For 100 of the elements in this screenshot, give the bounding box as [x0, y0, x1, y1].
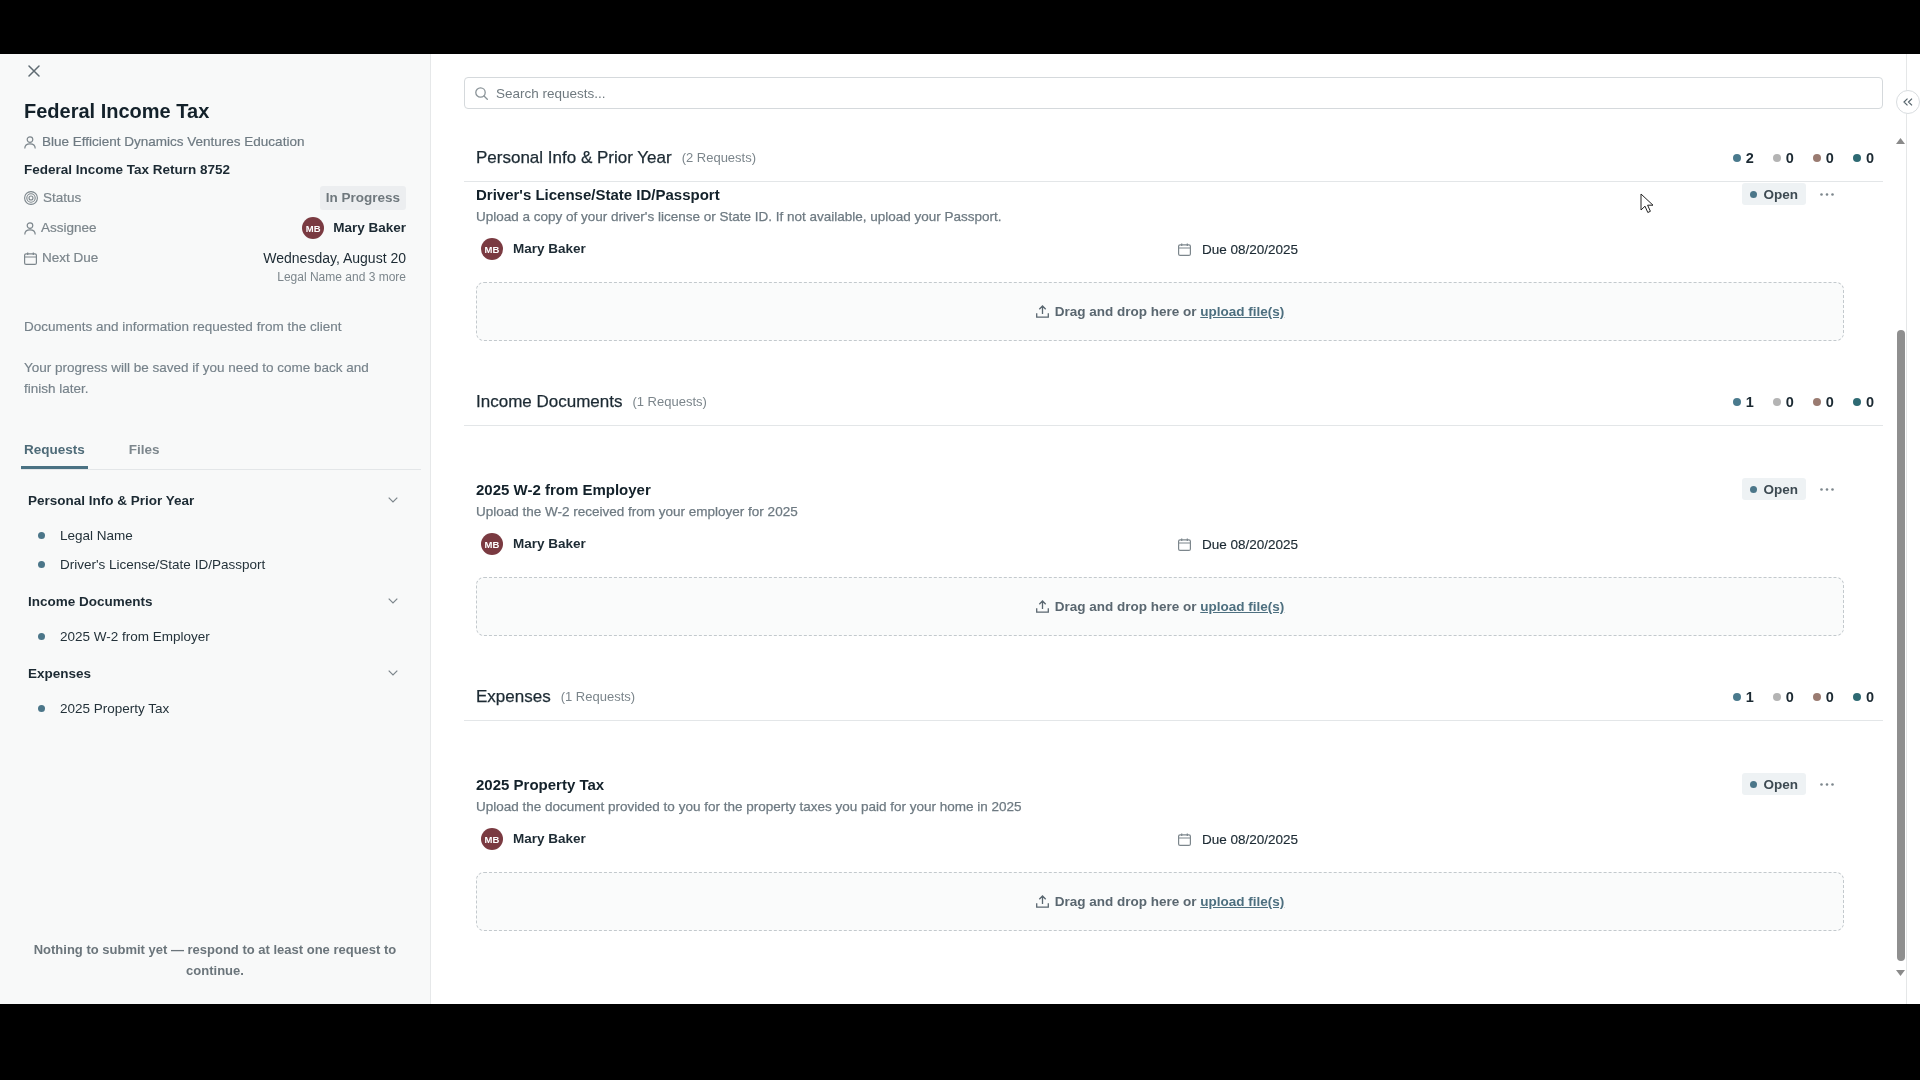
upload-dropzone[interactable]: Drag and drop here or upload file(s) — [476, 872, 1844, 931]
tally-count: 0 — [1865, 688, 1874, 705]
request-description: Upload the W-2 received from your employer for 2025 — [476, 503, 799, 521]
assignee-avatar: MB — [481, 238, 503, 260]
assignee-name: Mary Baker — [333, 219, 406, 237]
scrollbar-thumb[interactable] — [1896, 330, 1905, 961]
request-title: 2025 Property Tax — [476, 775, 605, 793]
tally-count: 0 — [1825, 688, 1834, 705]
tally-count: 0 — [1825, 149, 1834, 166]
upload-link[interactable]: upload file(s) — [1200, 304, 1285, 319]
panel-description: Documents and information requested from the client — [24, 318, 343, 336]
scroll-up-icon[interactable] — [1896, 138, 1905, 144]
upload-dropzone[interactable]: Drag and drop here or upload file(s) — [476, 282, 1844, 341]
scroll-down-icon[interactable] — [1896, 970, 1905, 976]
collapse-button[interactable] — [1896, 90, 1920, 114]
outline-item[interactable]: Legal Name — [60, 525, 133, 546]
due-date: Wednesday, August 20 — [263, 249, 406, 268]
tally-count: 1 — [1745, 393, 1754, 410]
outline-group-header[interactable]: Income Documents — [28, 583, 398, 619]
outline-group-header[interactable]: Expenses — [28, 655, 398, 691]
outline-item[interactable]: Driver's License/State ID/Passport — [60, 554, 266, 575]
detail-label: Next Due — [42, 249, 99, 267]
assignee-avatar: MB — [481, 828, 503, 850]
status-dot-icon — [1750, 780, 1758, 788]
section-title: Personal Info & Prior Year — [476, 147, 672, 168]
due-date: Due 08/20/2025 — [1202, 536, 1299, 552]
panel-hint: Your progress will be saved if you need to come back and finish later. — [24, 359, 370, 398]
person-icon — [24, 135, 36, 149]
upload-icon — [1035, 895, 1049, 908]
status-label: Open — [1763, 186, 1798, 202]
section-title: Income Documents — [476, 391, 623, 412]
tally-count: 0 — [1825, 393, 1834, 410]
status-dot-icon — [1750, 485, 1758, 493]
assignee-avatar: MB — [302, 217, 325, 239]
assignee-name: Mary Baker — [513, 830, 586, 848]
outline-item[interactable]: 2025 W-2 from Employer — [60, 626, 210, 647]
assignee-avatar: MB — [481, 533, 503, 555]
dropzone-text: Drag and drop here or upload file(s) — [1054, 304, 1285, 319]
assignee-name: Mary Baker — [513, 240, 586, 258]
status-label: Open — [1763, 481, 1798, 497]
panel-title: Federal Income Tax — [24, 99, 211, 124]
mouse-cursor-icon — [1640, 193, 1654, 214]
close-button[interactable] — [26, 63, 42, 79]
section-title: Expenses — [476, 686, 551, 707]
detail-label: Assignee — [41, 219, 97, 237]
outline-item[interactable]: 2025 Property Tax — [60, 698, 170, 719]
upload-icon — [1035, 600, 1049, 613]
engagement-name: Federal Income Tax Return 8752 — [24, 161, 232, 179]
request-count: (1 Requests) — [632, 394, 707, 409]
detail-label: Status — [43, 189, 82, 207]
tab[interactable]: Files — [125, 436, 163, 469]
calendar-icon — [1178, 537, 1191, 551]
more-icon[interactable] — [1820, 192, 1834, 196]
dropzone-text: Drag and drop here or upload file(s) — [1054, 894, 1285, 909]
bullet-icon — [38, 532, 45, 539]
tally-count: 0 — [1785, 393, 1794, 410]
upload-link[interactable]: upload file(s) — [1200, 894, 1285, 909]
outline-group-header[interactable]: Personal Info & Prior Year — [28, 482, 398, 518]
request-count: (1 Requests) — [560, 689, 636, 704]
due-date: Due 08/20/2025 — [1202, 241, 1299, 257]
chevron-down-icon — [388, 497, 398, 503]
more-icon[interactable] — [1820, 487, 1834, 491]
search-field[interactable]: Search requests... — [464, 77, 1883, 109]
dropzone-text: Drag and drop here or upload file(s) — [1054, 599, 1285, 614]
chevron-down-icon — [388, 598, 398, 604]
assignee-name: Mary Baker — [513, 535, 586, 553]
tally-count: 0 — [1865, 149, 1874, 166]
upload-dropzone[interactable]: Drag and drop here or upload file(s) — [476, 577, 1844, 636]
calendar-icon — [1178, 832, 1191, 846]
tally-count: 0 — [1785, 688, 1794, 705]
status-label: Open — [1763, 776, 1798, 792]
request-title: 2025 W-2 from Employer — [476, 480, 651, 498]
request-title: Driver's License/State ID/Passport — [476, 185, 720, 203]
upload-icon — [1035, 305, 1049, 318]
bullet-icon — [38, 561, 45, 568]
tally-count: 1 — [1745, 688, 1754, 705]
bullet-icon — [38, 705, 45, 712]
request-description: Upload a copy of your driver's license or State ID. If not available, upload your Passport. — [476, 208, 1003, 226]
bullet-icon — [38, 633, 45, 640]
status-dot-icon — [1750, 190, 1758, 198]
chevron-down-icon — [388, 670, 398, 676]
due-note: Legal Name and 3 more — [277, 270, 406, 284]
submit-hint: Nothing to submit yet — respond to at least one request to continue. — [32, 941, 398, 980]
request-count: (2 Requests) — [681, 150, 757, 165]
tally-count: 2 — [1745, 149, 1754, 166]
tab[interactable]: Requests — [21, 436, 88, 469]
request-description: Upload the document provided to you for the property taxes you paid for your home in 2025 — [476, 798, 1023, 816]
calendar-icon — [1178, 242, 1191, 256]
tally-count: 0 — [1865, 393, 1874, 410]
target-icon — [24, 191, 38, 205]
double-chevron-left-icon — [1903, 98, 1913, 106]
status-badge: In Progress — [319, 186, 406, 210]
tally-count: 0 — [1785, 149, 1794, 166]
client-name: Blue Efficient Dynamics Ventures Education — [42, 133, 305, 151]
calendar-icon — [24, 251, 37, 265]
more-icon[interactable] — [1820, 782, 1834, 786]
due-date: Due 08/20/2025 — [1202, 831, 1299, 847]
close-icon — [28, 65, 40, 77]
upload-link[interactable]: upload file(s) — [1200, 599, 1285, 614]
person-icon — [24, 221, 36, 235]
